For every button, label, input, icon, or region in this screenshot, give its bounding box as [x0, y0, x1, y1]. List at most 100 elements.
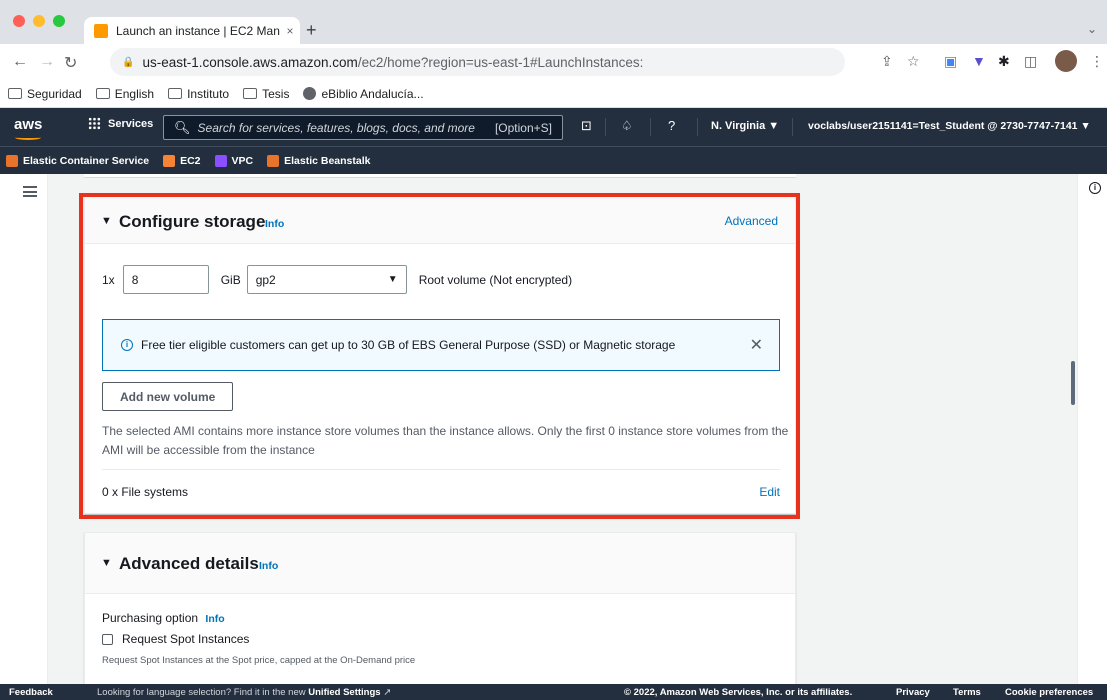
vpc-icon — [214, 154, 227, 167]
folder-icon — [168, 88, 183, 99]
notifications-bell-icon[interactable]: ♤ — [621, 118, 633, 134]
bookmark-label: Instituto — [187, 86, 230, 101]
advanced-link[interactable]: Advanced — [725, 214, 778, 228]
tab-title: Launch an instance | EC2 Mana — [116, 24, 280, 38]
favorite-ec2[interactable]: EC2 — [163, 154, 201, 167]
cloudshell-icon[interactable]: ⊡ — [581, 118, 592, 134]
spot-instances-checkbox-row[interactable]: Request Spot Instances — [102, 632, 249, 646]
bookmark-star-icon[interactable]: ☆ — [907, 53, 920, 70]
nav-divider — [650, 118, 651, 136]
volume-size-input[interactable] — [122, 265, 209, 294]
aws-search-input[interactable]: 🔍︎ Search for services, features, blogs,… — [163, 115, 563, 140]
folder-icon — [8, 88, 22, 99]
grid-icon — [88, 117, 101, 130]
reload-icon[interactable]: ↻ — [64, 53, 77, 73]
previous-section-card — [84, 174, 796, 178]
volume-type-select[interactable]: gp2 ▼ — [246, 265, 407, 294]
feedback-link[interactable]: Feedback — [9, 687, 53, 698]
services-label: Services — [108, 117, 154, 130]
share-icon[interactable]: ⇪ — [881, 53, 893, 70]
caret-down-icon[interactable]: ▼ — [101, 557, 112, 569]
services-menu-button[interactable]: Services — [88, 117, 153, 130]
file-systems-row: 0 x File systems Edit — [102, 485, 780, 499]
advanced-details-header[interactable]: ▼ Advanced details Info — [85, 533, 795, 594]
search-icon: 🔍︎ — [174, 119, 191, 135]
info-link[interactable]: Info — [265, 218, 284, 230]
account-menu[interactable]: voclabs/user2151141=Test_Student @ 2730-… — [808, 120, 1091, 132]
root-volume-row: 1x GiB gp2 ▼ Root volume (Not encrypted) — [102, 265, 572, 294]
purchasing-option-label: Purchasing option Info — [102, 611, 225, 625]
volume-type-value: gp2 — [255, 272, 276, 287]
side-navigation-rail — [0, 174, 48, 684]
bookmark-ebiblio[interactable]: eBiblio Andalucía... — [303, 87, 424, 101]
bookmark-label: Tesis — [262, 86, 290, 101]
unified-settings-link[interactable]: Unified Settings — [308, 687, 380, 698]
help-panel-info-icon[interactable]: i — [1089, 182, 1101, 194]
info-link[interactable]: Info — [259, 560, 278, 572]
caret-down-icon[interactable]: ▼ — [101, 215, 112, 227]
scrollbar-thumb[interactable] — [1071, 361, 1075, 405]
back-arrow-icon[interactable]: ← — [12, 53, 28, 71]
advanced-details-panel: ▼ Advanced details Info Purchasing optio… — [84, 532, 796, 684]
aws-top-nav: aws Services 🔍︎ Search for services, fea… — [0, 108, 1107, 146]
aws-footer: Feedback Looking for language selection?… — [0, 684, 1107, 700]
favorites-bar: Elastic Container Service EC2 VPC Elasti… — [0, 146, 1107, 174]
close-window-button[interactable] — [13, 15, 25, 27]
favorite-vpc[interactable]: VPC — [214, 154, 253, 167]
right-help-rail — [1077, 174, 1107, 684]
edit-file-systems-link[interactable]: Edit — [759, 485, 780, 499]
ecs-icon — [6, 154, 18, 167]
spot-instances-checkbox[interactable] — [102, 633, 113, 645]
nav-divider — [605, 118, 606, 136]
close-tab-icon[interactable]: × — [280, 24, 300, 38]
hamburger-menu-icon[interactable] — [23, 186, 37, 197]
nav-divider — [792, 118, 793, 136]
new-tab-button[interactable]: + — [306, 20, 317, 41]
console-content: ▼ Configure storage Info Advanced 1x GiB… — [0, 174, 1107, 684]
minimize-window-button[interactable] — [33, 15, 45, 27]
extensions-puzzle-icon[interactable]: ✱ — [998, 53, 1010, 70]
elastic-beanstalk-icon — [267, 154, 280, 167]
favorite-label: Elastic Beanstalk — [284, 154, 371, 167]
tab-search-icon[interactable]: ⌄ — [1087, 22, 1097, 36]
cookie-preferences-link[interactable]: Cookie preferences — [1005, 687, 1093, 698]
favorite-label: EC2 — [180, 154, 201, 167]
add-new-volume-button[interactable]: Add new volume — [102, 382, 234, 411]
browser-tab-active[interactable]: Launch an instance | EC2 Mana × — [84, 17, 300, 45]
nav-divider — [697, 118, 698, 136]
lock-icon: 🔒 — [122, 56, 135, 68]
external-link-icon: ↗ — [383, 686, 392, 698]
dropdown-arrow-icon: ▼ — [387, 274, 398, 285]
help-icon[interactable]: ? — [668, 118, 675, 133]
bookmark-seguridad[interactable]: Seguridad — [8, 87, 82, 101]
root-volume-description: Root volume (Not encrypted) — [418, 272, 573, 287]
browser-tab-bar: Launch an instance | EC2 Mana × + ⌄ — [0, 0, 1107, 45]
region-selector[interactable]: N. Virginia ▼ — [711, 120, 779, 132]
forward-arrow-icon[interactable]: → — [39, 53, 55, 71]
favorite-ecs[interactable]: Elastic Container Service — [6, 154, 150, 167]
aws-logo[interactable]: aws — [14, 116, 43, 140]
bookmarks-bar: Seguridad English Instituto Tesis eBibli… — [0, 80, 1107, 108]
browser-menu-icon[interactable]: ⋮ — [1090, 53, 1104, 70]
info-link[interactable]: Info — [205, 613, 224, 625]
favorite-label: Elastic Container Service — [23, 154, 150, 167]
privacy-link[interactable]: Privacy — [896, 687, 930, 698]
bookmark-instituto[interactable]: Instituto — [168, 87, 229, 101]
vpn-extension-icon[interactable]: ▼ — [972, 53, 986, 69]
configure-storage-header[interactable]: ▼ Configure storage Info Advanced — [85, 197, 795, 244]
close-icon[interactable]: ✕ — [750, 335, 763, 355]
bookmark-tesis[interactable]: Tesis — [243, 87, 289, 101]
maximize-window-button[interactable] — [53, 15, 65, 27]
aws-logo-text: aws — [14, 116, 43, 133]
bookmark-english[interactable]: English — [95, 87, 154, 101]
sidepanel-icon[interactable]: ◫ — [1024, 53, 1037, 70]
favorite-elastic-beanstalk[interactable]: Elastic Beanstalk — [267, 154, 371, 167]
address-bar[interactable]: 🔒 us-east-1.console.aws.amazon.com/ec2/h… — [110, 48, 845, 76]
language-notice-text: Looking for language selection? Find it … — [97, 686, 306, 698]
translate-extension-icon[interactable]: ▣ — [944, 53, 957, 70]
terms-link[interactable]: Terms — [953, 687, 981, 698]
free-tier-alert: i Free tier eligible customers can get u… — [102, 319, 780, 371]
profile-avatar[interactable] — [1055, 50, 1077, 72]
globe-icon — [303, 87, 317, 100]
bookmark-label: Seguridad — [27, 86, 82, 101]
